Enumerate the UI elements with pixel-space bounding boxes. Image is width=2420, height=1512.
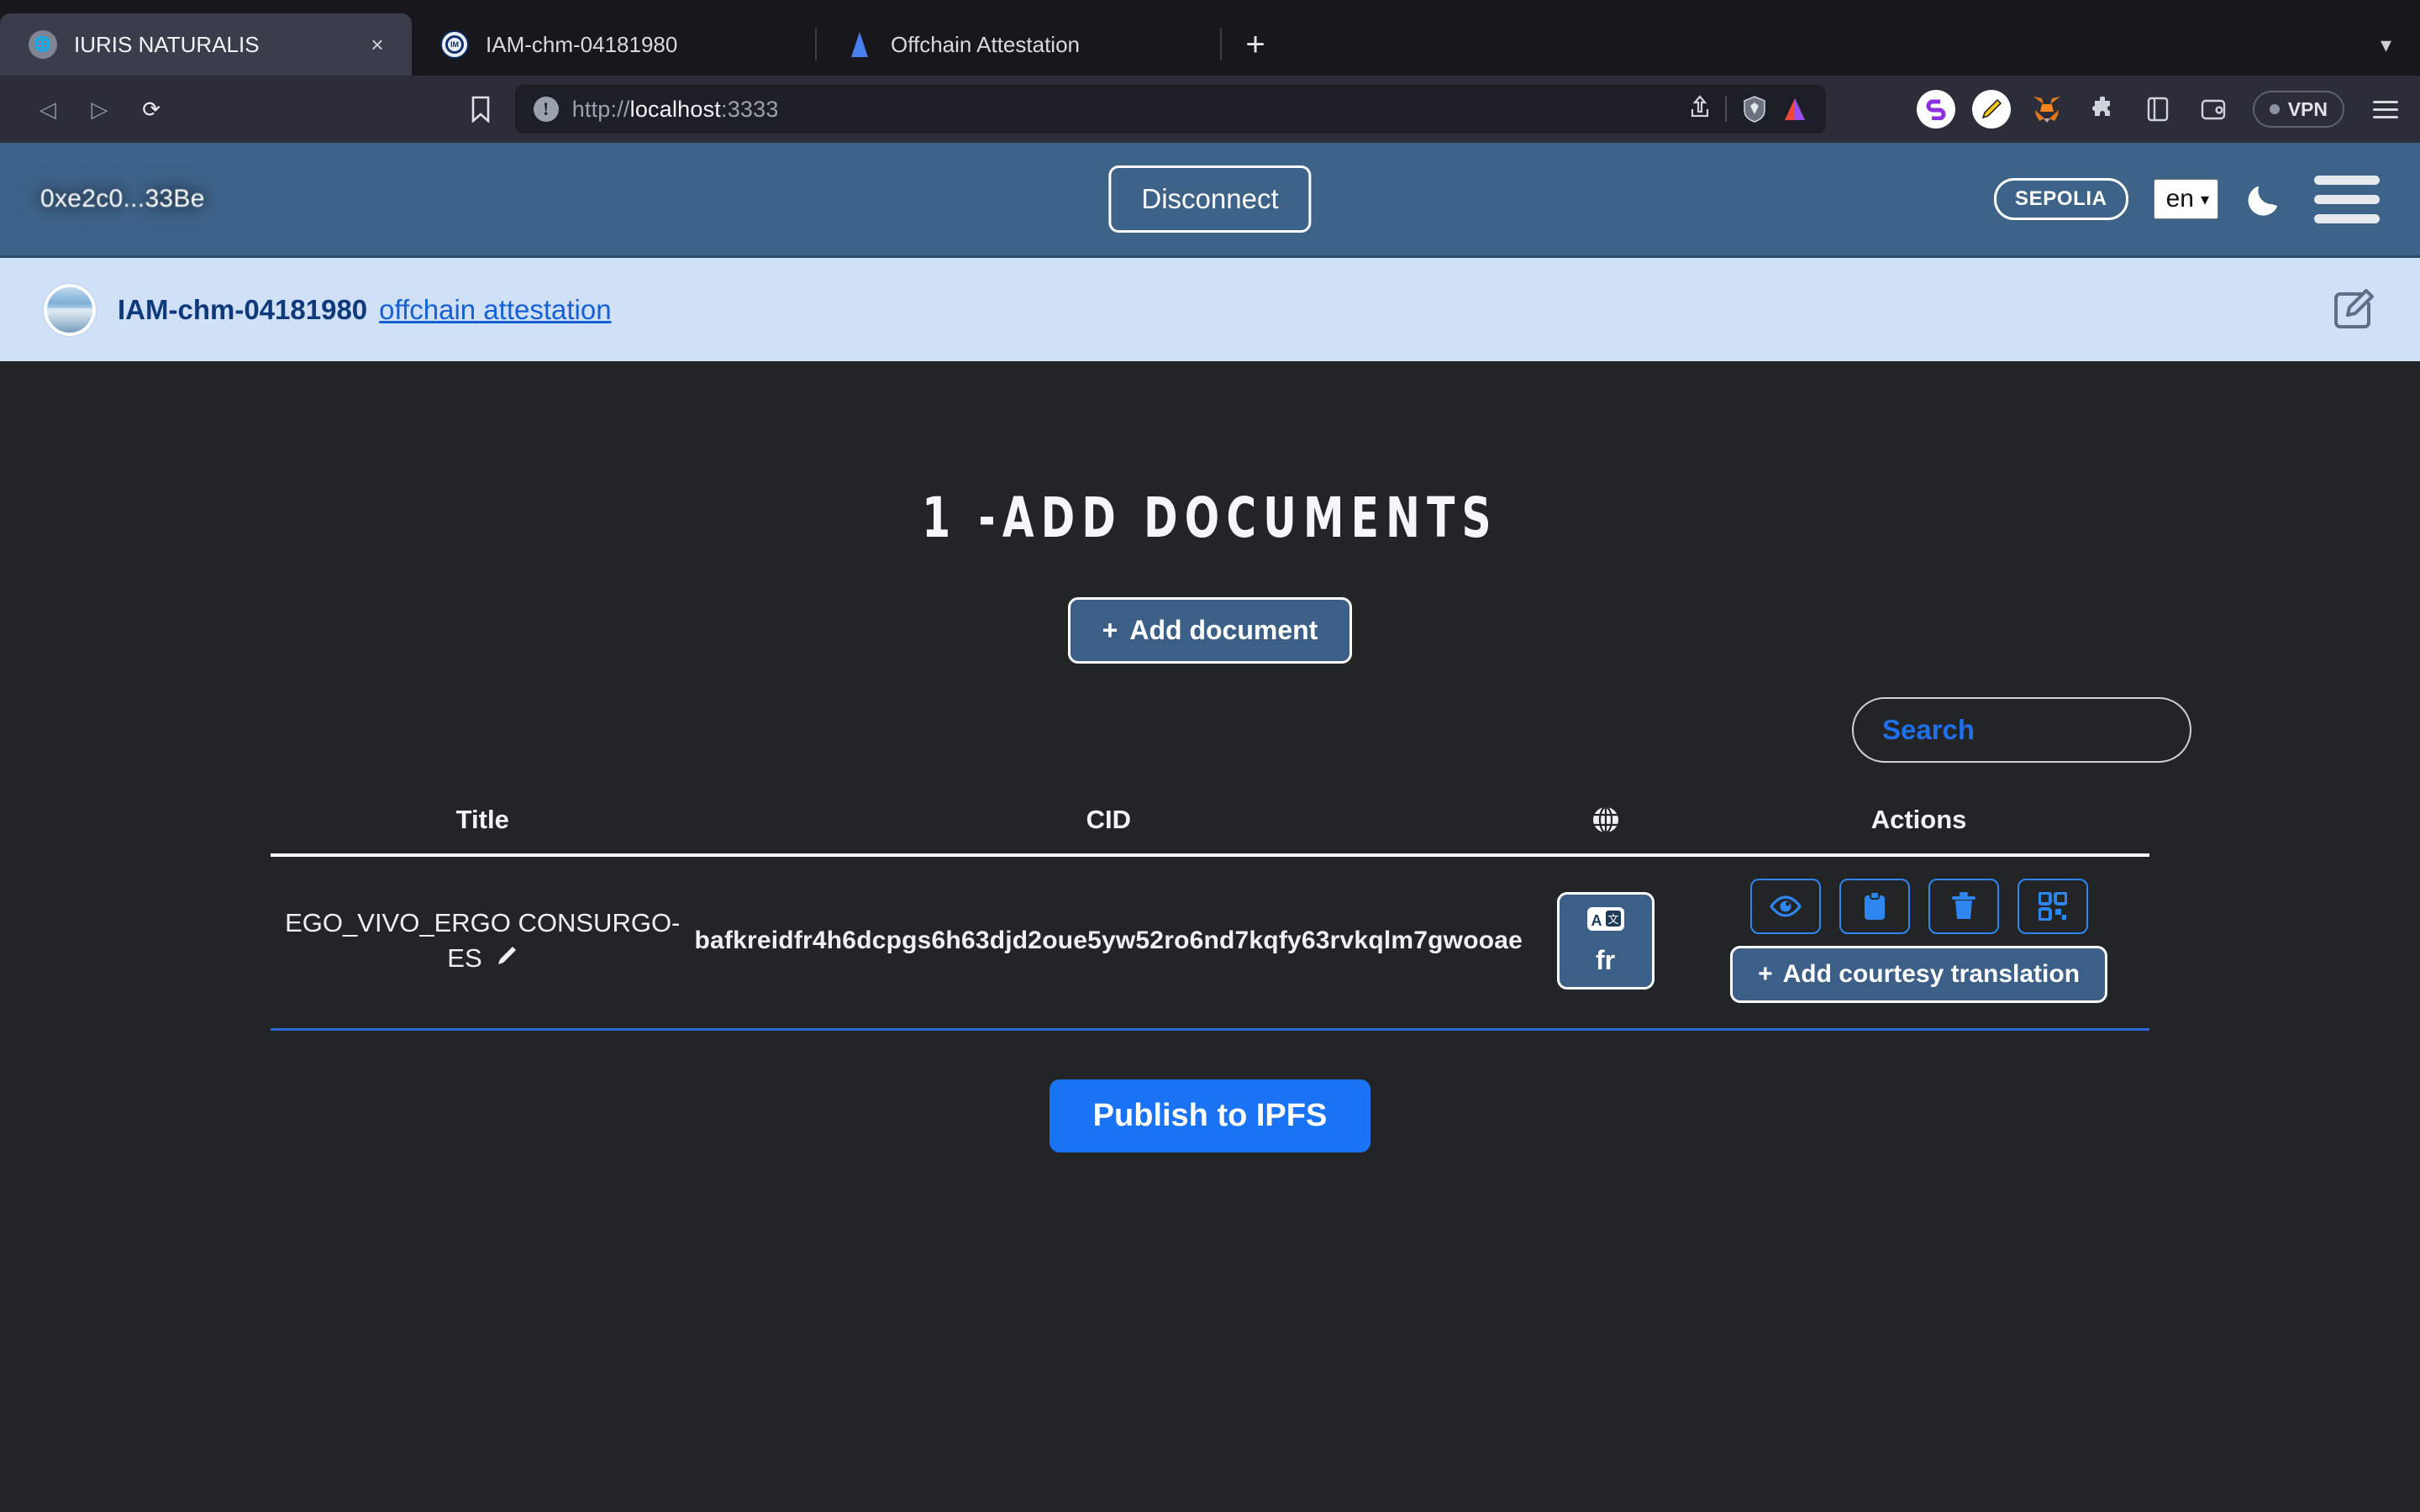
wallet-address[interactable]: 0xe2c0...33Be bbox=[40, 185, 205, 213]
cell-document-title: EGO_VIVO_ERGO CONSURGO-ES bbox=[271, 855, 695, 1031]
documents-table: Title CID Actions EGO_VIVO_ERGO CONSURGO… bbox=[271, 790, 2149, 1031]
search-input[interactable] bbox=[1852, 697, 2191, 763]
table-row: EGO_VIVO_ERGO CONSURGO-ES bafkreidfr4h6d… bbox=[271, 855, 2149, 1031]
vpn-status-dot bbox=[2269, 104, 2280, 114]
browser-tab-iam-chm[interactable]: IM IAM-chm-04181980 bbox=[412, 13, 817, 76]
back-button[interactable]: ◁ bbox=[25, 86, 71, 133]
tab-title: Offchain Attestation bbox=[891, 31, 1080, 57]
app-menu-button[interactable] bbox=[2314, 175, 2380, 223]
attestation-text: IAM-chm-04181980 offchain attestation bbox=[118, 294, 612, 326]
publish-to-ipfs-button[interactable]: Publish to IPFS bbox=[1049, 1079, 1371, 1152]
language-code: fr bbox=[1596, 945, 1616, 975]
browser-tab-offchain-attestation[interactable]: Offchain Attestation bbox=[817, 13, 1222, 76]
app-header-actions: SEPOLIA en ▾ bbox=[1994, 175, 2380, 223]
chevron-down-icon[interactable]: ▾ bbox=[2381, 32, 2391, 58]
column-header-cid[interactable]: CID bbox=[694, 790, 1523, 857]
plus-icon: + bbox=[1102, 615, 1118, 645]
language-value: en bbox=[2165, 185, 2194, 213]
offchain-attestation-link[interactable]: offchain attestation bbox=[379, 294, 611, 326]
tab-strip-right: ▾ bbox=[2381, 13, 2420, 76]
publish-row: Publish to IPFS bbox=[0, 1079, 2420, 1152]
add-document-row: + Add document bbox=[0, 597, 2420, 664]
table-head: Title CID Actions bbox=[271, 790, 2149, 857]
table-body: EGO_VIVO_ERGO CONSURGO-ES bafkreidfr4h6d… bbox=[271, 855, 2149, 1031]
share-icon[interactable] bbox=[1690, 94, 1710, 124]
puzzle-extensions-icon[interactable] bbox=[2083, 90, 2122, 129]
browser-tab-iuris-naturalis[interactable]: 🌐 IURIS NATURALIS × bbox=[0, 13, 412, 76]
page-title: 1 -ADD DOCUMENTS bbox=[922, 486, 1498, 550]
bookmark-icon[interactable] bbox=[458, 86, 503, 133]
triangle-icon bbox=[845, 30, 874, 59]
sidebar-icon[interactable] bbox=[2139, 90, 2177, 129]
chevron-down-icon: ▾ bbox=[2200, 190, 2209, 209]
courtesy-label: Add courtesy translation bbox=[1782, 960, 2081, 988]
action-buttons bbox=[1688, 879, 2149, 934]
commerce-ext-icon[interactable] bbox=[1916, 90, 1955, 129]
column-header-actions[interactable]: Actions bbox=[1688, 790, 2149, 857]
forward-button[interactable]: ▷ bbox=[77, 86, 123, 133]
cell-actions: + Add courtesy translation bbox=[1688, 855, 2149, 1031]
moon-icon[interactable] bbox=[2244, 179, 2284, 219]
copy-button[interactable] bbox=[1839, 879, 1910, 934]
delete-button[interactable] bbox=[1928, 879, 1999, 934]
language-badge[interactable]: A文 fr bbox=[1556, 892, 1655, 990]
app-header: 0xe2c0...33Be Disconnect SEPOLIA en ▾ bbox=[0, 143, 2420, 255]
tab-strip: 🌐 IURIS NATURALIS × IM IAM-chm-04181980 … bbox=[0, 0, 2420, 76]
edit-square-pencil-icon[interactable] bbox=[2329, 286, 2376, 333]
tab-close-button[interactable]: × bbox=[365, 32, 390, 58]
attestation-banner: IAM-chm-04181980 offchain attestation bbox=[0, 255, 2420, 361]
translate-icon: A文 bbox=[1586, 906, 1624, 937]
tab-title: IURIS NATURALIS bbox=[74, 31, 260, 57]
cell-cid: bafkreidfr4h6dcpgs6h63djd2oue5yw52ro6nd7… bbox=[694, 855, 1523, 1031]
search-row bbox=[0, 697, 2420, 763]
address-bar-actions bbox=[1690, 94, 1807, 124]
cell-language: A文 fr bbox=[1523, 855, 1689, 1031]
svg-text:A: A bbox=[1591, 912, 1602, 929]
qrcode-button[interactable] bbox=[2017, 879, 2088, 934]
document-title: EGO_VIVO_ERGO CONSURGO-ES bbox=[285, 908, 681, 973]
plus-icon: + bbox=[1758, 960, 1773, 988]
brave-rewards-icon[interactable] bbox=[1782, 96, 1807, 123]
courtesy-translation-row: + Add courtesy translation bbox=[1688, 946, 2149, 1003]
address-bar[interactable]: ! http://localhost:3333 bbox=[514, 85, 1826, 134]
globe-icon: 🌐 bbox=[29, 30, 57, 59]
column-header-language[interactable] bbox=[1523, 790, 1689, 857]
svg-text:文: 文 bbox=[1607, 914, 1618, 927]
metamask-fox-icon[interactable] bbox=[2028, 90, 2066, 129]
add-document-label: Add document bbox=[1129, 615, 1318, 645]
view-button[interactable] bbox=[1749, 879, 1821, 934]
browser-toolbar: ◁ ▷ ⟳ ! http://localhost:3333 VPN bbox=[0, 76, 2420, 143]
brave-shields-icon[interactable] bbox=[1742, 96, 1767, 123]
divider bbox=[1724, 97, 1727, 122]
url-text: http://localhost:3333 bbox=[571, 96, 779, 122]
column-header-title[interactable]: Title bbox=[271, 790, 695, 857]
add-document-button[interactable]: + Add document bbox=[1067, 597, 1353, 664]
wallet-icon[interactable] bbox=[2194, 90, 2233, 129]
add-courtesy-translation-button[interactable]: + Add courtesy translation bbox=[1730, 946, 2108, 1003]
language-selector[interactable]: en ▾ bbox=[2153, 179, 2218, 219]
vpn-label: VPN bbox=[2287, 97, 2328, 120]
browser-menu-button[interactable] bbox=[2372, 100, 2398, 118]
iam-seal-icon: IM bbox=[440, 30, 469, 59]
globe-icon bbox=[1523, 806, 1688, 834]
table-header-row: Title CID Actions bbox=[271, 790, 2149, 857]
pencil-icon[interactable] bbox=[496, 943, 518, 973]
attestation-id: IAM-chm-04181980 bbox=[118, 293, 368, 325]
disconnect-button[interactable]: Disconnect bbox=[1108, 165, 1312, 233]
main-content: 1 -ADD DOCUMENTS + Add document Title CI… bbox=[0, 361, 2420, 1512]
vpn-toggle[interactable]: VPN bbox=[2252, 91, 2344, 128]
reload-button[interactable]: ⟳ bbox=[129, 86, 174, 133]
pencil-ext-icon[interactable] bbox=[1971, 90, 2011, 129]
new-tab-button[interactable]: + bbox=[1222, 13, 1289, 76]
network-badge[interactable]: SEPOLIA bbox=[1994, 178, 2128, 220]
tab-title: IAM-chm-04181980 bbox=[486, 31, 678, 57]
extension-icons: VPN bbox=[1916, 90, 2398, 129]
site-info-icon[interactable]: ! bbox=[533, 97, 559, 122]
browser-chrome: 🌐 IURIS NATURALIS × IM IAM-chm-04181980 … bbox=[0, 0, 2420, 143]
documents-table-container: Title CID Actions EGO_VIVO_ERGO CONSURGO… bbox=[0, 790, 2420, 1031]
avatar bbox=[44, 283, 96, 336]
